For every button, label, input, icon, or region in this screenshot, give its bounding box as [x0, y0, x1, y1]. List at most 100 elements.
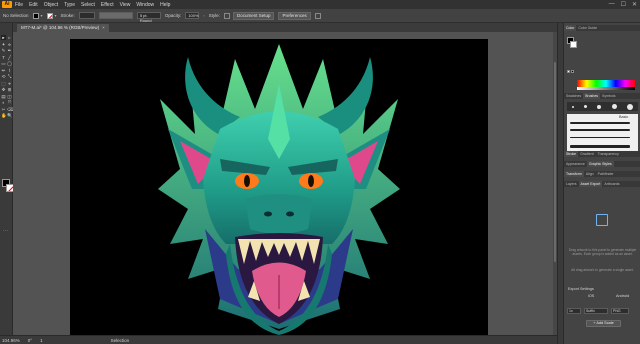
menu-select[interactable]: Select — [81, 2, 95, 8]
fill-dropdown-icon[interactable]: ▾ — [41, 13, 43, 18]
format-select[interactable]: PNG — [611, 308, 629, 314]
stroke-swatch[interactable] — [46, 12, 53, 19]
artboard[interactable] — [70, 39, 488, 335]
brush-tip[interactable] — [572, 105, 575, 108]
document-tab[interactable]: MT7-M.ai* @ 104.96 % (RGB/Preview) × — [17, 24, 109, 32]
menu-edit[interactable]: Edit — [29, 2, 38, 8]
tab-layers[interactable]: Layers — [564, 181, 579, 187]
tool-3-icon[interactable]: ⟡ — [7, 42, 12, 47]
menu-window[interactable]: Window — [136, 2, 154, 8]
document-setup-button[interactable]: Document Setup — [232, 11, 275, 20]
tool-12-icon[interactable]: ⟲ — [1, 74, 6, 79]
tab-transparency[interactable]: Transparency — [596, 151, 621, 157]
close-window-icon[interactable]: ✕ — [632, 1, 637, 8]
status-mode[interactable]: Selection — [111, 338, 130, 343]
menu-view[interactable]: View — [120, 2, 131, 8]
tool-2-icon[interactable]: ✦ — [1, 42, 6, 47]
color-stroke-box[interactable] — [570, 41, 577, 48]
brush-tip[interactable] — [597, 104, 602, 109]
menu-object[interactable]: Object — [44, 2, 58, 8]
color-panel-tabs: Color Color Guide — [564, 25, 640, 31]
color-spectrum[interactable] — [577, 80, 635, 87]
ios-option[interactable]: iOS — [588, 294, 594, 298]
brush-tip[interactable] — [611, 104, 617, 109]
tool-16-icon[interactable]: ✥ — [1, 87, 6, 92]
tab-color[interactable]: Color — [564, 25, 577, 31]
tool-17-icon[interactable]: ⊞ — [7, 87, 12, 92]
brush-stroke[interactable] — [570, 137, 630, 138]
tool-11-icon[interactable]: ⌇ — [7, 68, 12, 73]
tab-appearance[interactable]: Appearance — [564, 161, 587, 167]
menu-type[interactable]: Type — [64, 2, 75, 8]
vertical-scroll-thumb[interactable] — [554, 62, 556, 262]
tool-4-icon[interactable]: ✎ — [1, 48, 6, 53]
tab-artboards[interactable]: Artboards — [602, 181, 621, 187]
tab-color-guide[interactable]: Color Guide — [576, 25, 599, 31]
suffix-input[interactable]: Suffix — [584, 308, 608, 314]
tool-20-icon[interactable]: ◐ — [1, 100, 6, 105]
tool-9-icon[interactable]: ◯ — [7, 61, 12, 66]
tool-0-icon[interactable]: ▸ — [1, 35, 6, 40]
stroke-weight-field[interactable] — [78, 12, 95, 19]
color-black-chip[interactable] — [571, 70, 574, 73]
rotation-angle[interactable]: 0° — [28, 338, 32, 343]
brush-definition-field[interactable]: 5 pt. Round — [136, 12, 161, 23]
color-spectrum-shade[interactable] — [577, 87, 635, 90]
fill-swatch[interactable] — [32, 12, 39, 19]
brush-tip[interactable] — [626, 103, 633, 110]
tab-pathfinder[interactable]: Pathfinder — [596, 171, 616, 177]
export-settings-label[interactable]: Export Settings — [568, 287, 594, 291]
tool-8-icon[interactable]: ▭ — [1, 61, 6, 66]
graphic-style-icon[interactable] — [223, 12, 230, 19]
tool-19-icon[interactable]: ◫ — [7, 94, 12, 99]
brush-tip[interactable] — [584, 105, 588, 108]
tab-stroke[interactable]: Stroke — [564, 151, 579, 157]
tool-10-icon[interactable]: ✏ — [1, 68, 6, 73]
tool-22-icon[interactable]: ✂ — [1, 107, 6, 112]
minimize-icon[interactable]: — — [609, 1, 615, 8]
android-option[interactable]: Android — [616, 294, 629, 298]
opacity-chevron-icon[interactable]: › — [203, 13, 204, 18]
close-tab-icon[interactable]: × — [102, 25, 105, 30]
tab-gradient[interactable]: Gradient — [578, 151, 595, 157]
artboard-navigator[interactable]: 1 — [40, 338, 43, 343]
tool-14-icon[interactable]: ⬚ — [1, 81, 6, 86]
tool-15-icon[interactable]: ⌖ — [7, 81, 12, 86]
tool-23-icon[interactable]: ⌫ — [7, 107, 13, 112]
tool-1-icon[interactable]: ▹ — [7, 35, 12, 40]
tool-25-icon[interactable]: 🔍 — [7, 113, 13, 118]
tool-7-icon[interactable]: ╱ — [7, 55, 12, 60]
brush-stroke[interactable] — [570, 122, 630, 124]
tool-24-icon[interactable]: ✋ — [1, 113, 7, 118]
tab-symbols[interactable]: Symbols — [600, 93, 617, 99]
opacity-field[interactable]: 100% — [185, 12, 200, 19]
maximize-icon[interactable]: ☐ — [621, 1, 626, 8]
asset-export-dropzone[interactable]: Drag artwork to this panel to generate m… — [567, 213, 638, 283]
tool-13-icon[interactable]: ⤡ — [7, 74, 12, 79]
tool-18-icon[interactable]: ▤ — [1, 94, 6, 99]
stroke-dropdown-icon[interactable]: ▾ — [55, 13, 57, 18]
menu-file[interactable]: File — [15, 2, 23, 8]
add-scale-button[interactable]: + Add Scale — [586, 320, 621, 327]
canvas-area[interactable] — [13, 32, 557, 335]
zoom-level[interactable]: 104.96% — [2, 338, 20, 343]
tab-graphic-styles[interactable]: Graphic Styles — [586, 161, 614, 167]
menu-effect[interactable]: Effect — [101, 2, 114, 8]
edit-toolbar-icon[interactable]: ··· — [3, 228, 8, 234]
brush-stroke[interactable] — [570, 145, 630, 148]
tab-transform[interactable]: Transform — [564, 171, 584, 177]
tool-5-icon[interactable]: ✒ — [7, 48, 12, 53]
tool-21-icon[interactable]: ⤧ — [7, 100, 12, 105]
tab-asset-export[interactable]: Asset Export — [578, 181, 603, 187]
tab-align[interactable]: Align — [584, 171, 596, 177]
menu-help[interactable]: Help — [160, 2, 170, 8]
tool-6-icon[interactable]: T — [1, 55, 6, 60]
color-white-chip[interactable] — [567, 70, 570, 73]
preferences-button[interactable]: Preferences — [278, 11, 311, 20]
brush-stroke[interactable] — [570, 129, 630, 131]
scale-select[interactable]: 1x — [567, 308, 581, 314]
tab-brushes[interactable]: Brushes — [583, 93, 601, 99]
arrange-icon[interactable] — [314, 12, 321, 19]
variable-width-profile[interactable] — [98, 12, 133, 19]
tab-swatches[interactable]: Swatches — [564, 93, 583, 99]
